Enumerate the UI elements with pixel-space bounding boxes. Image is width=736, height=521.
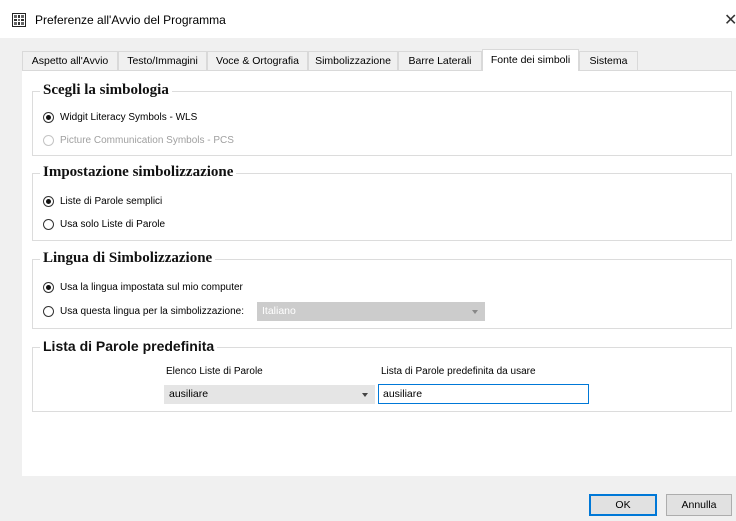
symbol-set-title: Scegli la simbologia [40,82,172,98]
symbolization-setup-group: Impostazione simbolizzazione Liste di Pa… [32,164,732,241]
radio-computer-language[interactable]: Usa la lingua impostata sul mio computer [43,282,243,293]
radio-pcs-label: Picture Communication Symbols - PCS [60,135,234,146]
radio-pcs-indicator [43,135,54,146]
radio-wls-label: Widgit Literacy Symbols - WLS [60,112,198,123]
radio-only-wordlists-label: Usa solo Liste di Parole [60,219,166,230]
radio-wls[interactable]: Widgit Literacy Symbols - WLS [43,112,197,123]
radio-specific-language-label: Usa questa lingua per la simbolizzazione… [60,306,244,317]
radio-specific-language[interactable]: Usa questa lingua per la simbolizzazione… [43,306,244,317]
language-select-value: Italiano [262,305,296,317]
radio-computer-language-indicator[interactable] [43,282,54,293]
ok-button[interactable]: OK [589,494,657,516]
language-select: Italiano [257,302,485,321]
cancel-button[interactable]: Annulla [666,494,732,516]
tab-sistema[interactable]: Sistema [579,51,638,70]
tab-testo-immagini[interactable]: Testo/Immagini [118,51,207,70]
default-wordlist-group: Lista di Parole predefinita Elenco Liste… [32,338,732,412]
symbol-set-group: Scegli la simbologia Widgit Literacy Sym… [32,82,732,156]
radio-simple-wordlists-label: Liste di Parole semplici [60,196,163,207]
radio-computer-language-label: Usa la lingua impostata sul mio computer [60,282,243,293]
title-bar: Preferenze all'Avvio del Programma ✕ [0,0,736,38]
wordlist-select[interactable]: ausiliare [164,385,375,404]
tab-aspetto[interactable]: Aspetto all'Avvio [22,51,118,70]
radio-specific-language-indicator[interactable] [43,306,54,317]
radio-only-wordlists[interactable]: Usa solo Liste di Parole [43,219,165,230]
tab-barre-laterali[interactable]: Barre Laterali [398,51,482,70]
chevron-down-icon [362,393,368,397]
radio-simple-wordlists-indicator[interactable] [43,196,54,207]
radio-only-wordlists-indicator[interactable] [43,219,54,230]
wordlist-list-caption: Elenco Liste di Parole [166,366,263,377]
tab-simbolizzazione[interactable]: Simbolizzazione [308,51,398,70]
wordlist-select-value: ausiliare [169,388,209,400]
radio-simple-wordlists[interactable]: Liste di Parole semplici [43,196,162,207]
language-title: Lingua di Simbolizzazione [40,250,216,266]
language-group: Lingua di Simbolizzazione Usa la lingua … [32,250,732,329]
default-wordlist-title: Lista di Parole predefinita [40,338,218,354]
radio-wls-indicator[interactable] [43,112,54,123]
symbolization-setup-title: Impostazione simbolizzazione [40,164,237,180]
default-wordlist-caption: Lista di Parole predefinita da usare [381,366,536,377]
default-wordlist-input[interactable]: ausiliare [378,384,589,404]
app-grid-icon [12,13,26,27]
tab-panel: Scegli la simbologia Widgit Literacy Sym… [22,70,736,476]
chevron-down-icon [472,310,478,314]
tab-fonte-simboli[interactable]: Fonte dei simboli [482,49,579,71]
window-title: Preferenze all'Avvio del Programma [35,13,226,27]
radio-pcs: Picture Communication Symbols - PCS [43,135,234,146]
tab-voce-ortografia[interactable]: Voce & Ortografia [207,51,308,70]
close-icon[interactable]: ✕ [724,10,736,30]
